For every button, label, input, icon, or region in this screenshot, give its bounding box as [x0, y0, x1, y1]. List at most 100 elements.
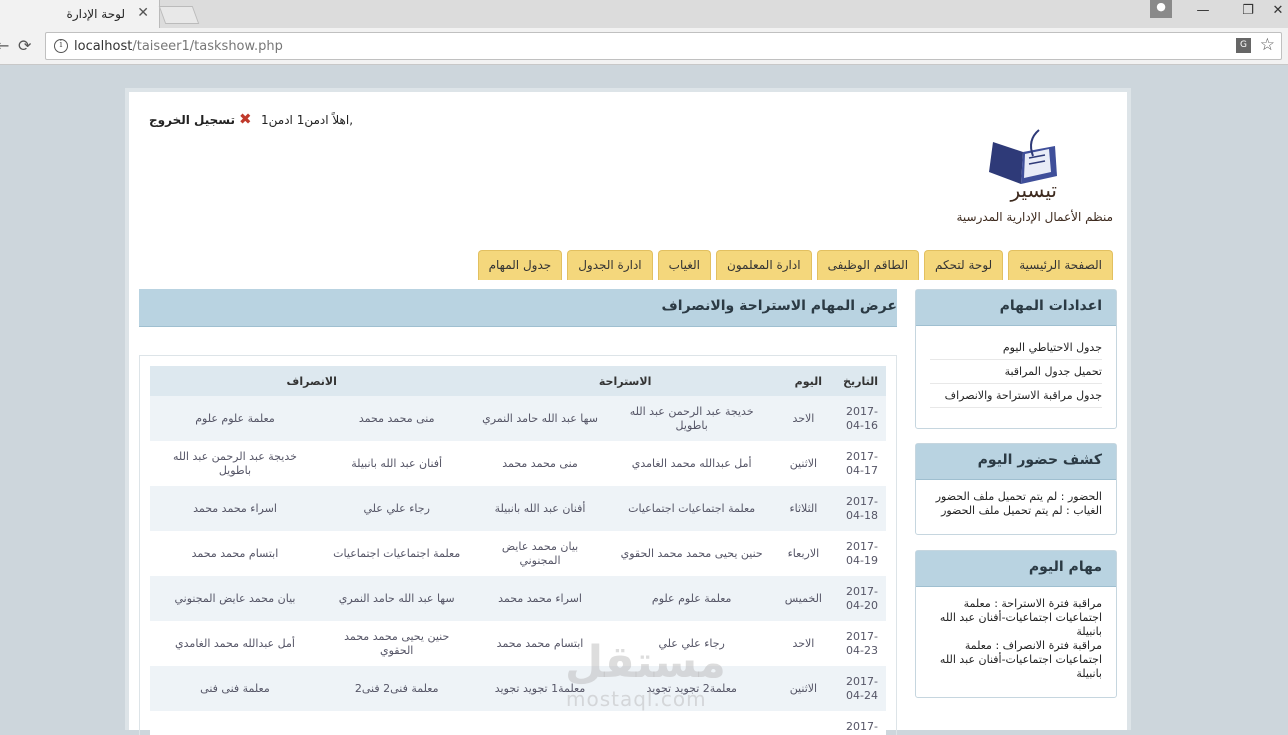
url-text: localhost/taiseer1/taskshow.php	[74, 39, 283, 54]
table-row: 2017-04-17 الاثنين أمل عبدالله محمد الغا…	[150, 441, 886, 486]
logout-icon[interactable]: ✖	[239, 110, 252, 128]
menu-item-staff[interactable]: الطاقم الوظيفى	[816, 250, 920, 280]
page-container: تسجيل الخروج ✖ اهلاً ادمن1 ادمن1, تيسير …	[125, 88, 1131, 735]
row-break-2	[473, 711, 607, 735]
row-break-1	[606, 711, 777, 735]
standby-table-link[interactable]: جدول الاحتياطي اليوم	[930, 336, 1102, 360]
back-button[interactable]: ←	[0, 36, 9, 55]
menu-item-tasks[interactable]: جدول المهام	[477, 250, 563, 280]
new-tab-button[interactable]	[158, 6, 200, 24]
table-row: 2017-04-18 الثلاثاء معلمة اجتماعيات اجتم…	[150, 486, 886, 531]
welcome-text: اهلاً ادمن1 ادمن1,	[261, 113, 354, 127]
row-date: 2017-04-20	[830, 576, 886, 621]
upload-monitoring-link[interactable]: تحميل جدول المراقبة	[930, 360, 1102, 384]
row-break-2: بيان محمد عايض المجنوني	[473, 531, 607, 576]
menu-item-teachers[interactable]: ادارة المعلمون	[716, 250, 812, 280]
row-date: 2017-04-19	[830, 531, 886, 576]
absence-status: الغياب : لم يتم تحميل ملف الحضور	[941, 504, 1102, 517]
row-day: الاربعاء	[776, 531, 830, 576]
table-row: 2017-04-16 الاحد خديجة عبد الرحمن عبد ال…	[150, 396, 886, 441]
row-break-1: معلمة اجتماعيات اجتماعيات	[606, 486, 777, 531]
address-bar-row: ← ⟳ i localhost/taiseer1/taskshow.php G …	[0, 28, 1288, 64]
profile-icon[interactable]: ●	[1150, 0, 1172, 18]
row-leave-2: معلمة فنى فنى	[150, 666, 320, 711]
row-date: 2017-04-17	[830, 441, 886, 486]
row-leave-1: معلمة فنى2 فنى2	[319, 666, 474, 711]
table-row: 2017-04-23 الاحد رجاء علي علي ابتسام محم…	[150, 621, 886, 666]
task-settings-panel: اعدادات المهام جدول الاحتياطي اليوم تحمي…	[915, 289, 1117, 429]
row-day: الاحد	[776, 396, 830, 441]
row-break-1: حنين يحيى محمد محمد الحقوي	[606, 531, 777, 576]
row-leave-2	[150, 711, 320, 735]
row-leave-1: سها عبد الله حامد النمري	[319, 576, 474, 621]
task-settings-title: اعدادات المهام	[916, 290, 1116, 326]
page-title: عرض المهام الاستراحة والانصراف	[139, 289, 897, 327]
row-break-1: خديجة عبد الرحمن عبد الله باطويل	[606, 396, 777, 441]
menu-item-absence[interactable]: الغياب	[657, 250, 712, 280]
menu-item-home[interactable]: الصفحة الرئيسية	[1008, 250, 1113, 280]
row-leave-1: رجاء علي علي	[319, 486, 474, 531]
presence-status: الحضور : لم يتم تحميل ملف الحضور	[935, 490, 1102, 503]
table-row: 2017-04-24 الاثنين معلمة2 تجويد تجويد مع…	[150, 666, 886, 711]
break-task: مراقبة فترة الاستراحة : معلمة اجتماعيات …	[939, 597, 1102, 638]
menu-item-dashboard[interactable]: لوحة لتحكم	[924, 250, 1004, 280]
row-day: الاحد	[776, 621, 830, 666]
row-leave-1: حنين يحيى محمد محمد الحقوي	[319, 621, 474, 666]
row-date: 2017-04-	[830, 711, 886, 735]
leave-task: مراقبة فترة الانصراف : معلمة اجتماعيات ا…	[939, 639, 1102, 680]
reload-button[interactable]: ⟳	[18, 36, 31, 55]
logo: تيسير منظم الأعمال الإدارية المدرسية	[933, 122, 1113, 232]
today-tasks-title: مهام اليوم	[916, 551, 1116, 587]
logout-link[interactable]: تسجيل الخروج	[149, 113, 235, 127]
tasks-table: التاريخ اليوم الاستراحة الانصراف 2017-04…	[150, 366, 886, 735]
logo-subtitle: منظم الأعمال الإدارية المدرسية	[956, 210, 1113, 224]
browser-tab[interactable]: لوحة الإدارة ✕	[0, 0, 160, 28]
row-day: الخميس	[776, 576, 830, 621]
row-leave-1: منى محمد محمد	[319, 396, 474, 441]
col-day: اليوم	[776, 366, 830, 396]
row-day: الاثنين	[776, 666, 830, 711]
col-break: الاستراحة	[473, 366, 777, 396]
table-header-row: التاريخ اليوم الاستراحة الانصراف	[150, 366, 886, 396]
table-row: 2017-04-	[150, 711, 886, 735]
row-day	[776, 711, 830, 735]
attendance-body: الحضور : لم يتم تحميل ملف الحضور الغياب …	[916, 480, 1116, 528]
row-break-2: منى محمد محمد	[473, 441, 607, 486]
today-tasks-body: مراقبة فترة الاستراحة : معلمة اجتماعيات …	[916, 587, 1116, 691]
logo-name: تيسير	[1010, 178, 1057, 202]
row-break-2: سها عبد الله حامد النمري	[473, 396, 607, 441]
row-leave-1: أفنان عبد الله بانبيلة	[319, 441, 474, 486]
row-leave-2: بيان محمد عايض المجنوني	[150, 576, 320, 621]
row-date: 2017-04-16	[830, 396, 886, 441]
tasks-table-wrapper: التاريخ اليوم الاستراحة الانصراف 2017-04…	[139, 355, 897, 735]
menu-item-schedule[interactable]: ادارة الجدول	[567, 250, 653, 280]
browser-chrome: لوحة الإدارة ✕ ● — ❐ ✕ ← ⟳ i localhost/t…	[0, 0, 1288, 65]
row-leave-1	[319, 711, 474, 735]
watermark-arabic: مستقل	[565, 637, 726, 688]
tab-title: لوحة الإدارة	[66, 7, 125, 21]
row-date: 2017-04-24	[830, 666, 886, 711]
row-leave-2: اسراء محمد محمد	[150, 486, 320, 531]
col-leave: الانصراف	[150, 366, 474, 396]
watermark-latin: mostaql.com	[566, 687, 707, 711]
bookmark-star-icon[interactable]: ☆	[1260, 35, 1275, 55]
close-window-button[interactable]: ✕	[1258, 3, 1288, 23]
row-leave-2: خديجة عبد الرحمن عبد الله باطويل	[150, 441, 320, 486]
row-leave-2: ابتسام محمد محمد	[150, 531, 320, 576]
task-settings-links: جدول الاحتياطي اليوم تحميل جدول المراقبة…	[916, 326, 1116, 418]
row-leave-2: معلمة علوم علوم	[150, 396, 320, 441]
translate-icon[interactable]: G	[1236, 38, 1251, 53]
minimize-button[interactable]: —	[1183, 3, 1223, 23]
break-leave-monitoring-link[interactable]: جدول مراقبة الاستراحة والانصراف	[930, 384, 1102, 408]
info-icon[interactable]: i	[54, 39, 68, 53]
tab-strip: لوحة الإدارة ✕ ● — ❐ ✕	[0, 0, 1288, 28]
address-bar[interactable]: i localhost/taiseer1/taskshow.php G ☆	[45, 32, 1282, 60]
col-date: التاريخ	[830, 366, 886, 396]
attendance-title: كشف حضور اليوم	[916, 444, 1116, 480]
row-break-1: أمل عبدالله محمد الغامدي	[606, 441, 777, 486]
tab-close-icon[interactable]: ✕	[137, 5, 149, 21]
row-break-2: أفنان عبد الله بانبيلة	[473, 486, 607, 531]
row-leave-2: أمل عبدالله محمد الغامدي	[150, 621, 320, 666]
row-leave-1: معلمة اجتماعيات اجتماعيات	[319, 531, 474, 576]
row-day: الاثنين	[776, 441, 830, 486]
